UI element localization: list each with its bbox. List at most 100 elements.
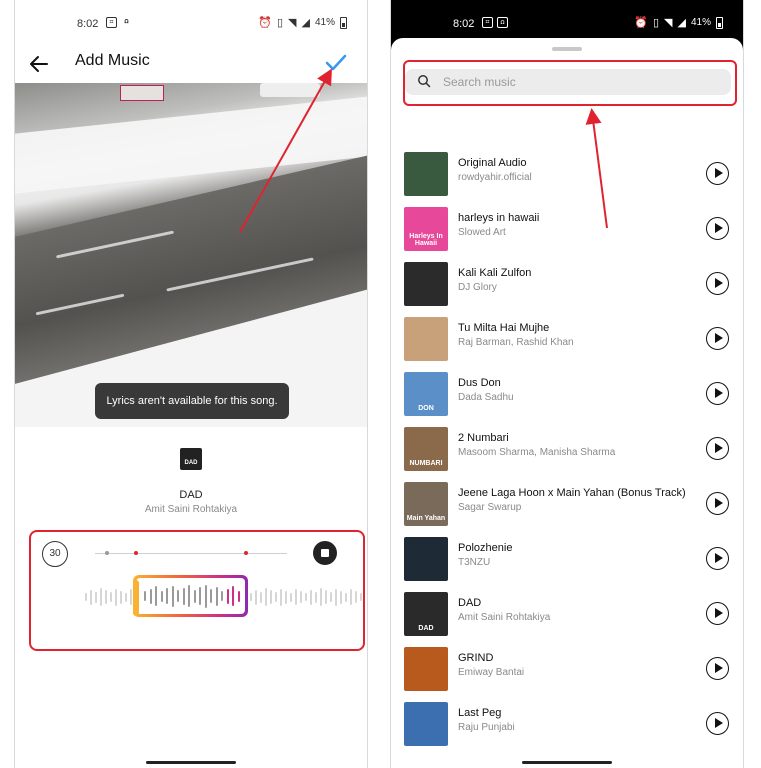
track-row[interactable]: NUMBARI 2 Numbari Masoom Sharma, Manisha S… xyxy=(391,427,743,482)
track-row[interactable]: DAD DAD Amit Saini Rohtakiya xyxy=(391,592,743,647)
vibrate-icon: ▯ xyxy=(276,17,284,29)
waveform-bar xyxy=(115,588,117,606)
track-title: Tu Milta Hai Mujhe xyxy=(458,322,550,334)
track-artist: Raj Barman, Rashid Khan xyxy=(458,337,574,348)
track-artist: Raju Punjabi xyxy=(458,722,515,733)
timeline-marker xyxy=(244,551,248,555)
waveform-bar xyxy=(182,587,185,605)
header: Add Music xyxy=(15,46,367,82)
track-cover xyxy=(404,702,448,746)
waveform-bar xyxy=(355,591,357,603)
waveform-bar xyxy=(144,591,146,601)
track-cover: Main Yahan xyxy=(404,482,448,526)
add-music-screen: 8:02 ⌗ ꭥ ⏰ ▯ ◥ ◢ 41% Add Music Lyrics ar… xyxy=(14,0,368,768)
waveform-bar xyxy=(260,591,262,603)
waveform-bar xyxy=(204,584,207,608)
waveform-bar xyxy=(335,588,337,606)
vibrate-icon: ▯ xyxy=(652,17,660,29)
waveform-bar xyxy=(275,592,277,602)
track-row[interactable]: Last Peg Raju Punjabi xyxy=(391,702,743,757)
search-bar[interactable] xyxy=(405,69,731,95)
play-icon[interactable] xyxy=(706,327,729,350)
track-artist: T3NZU xyxy=(458,557,491,568)
timeline-marker xyxy=(134,551,138,555)
waveform-bar xyxy=(215,586,218,606)
waveform-bar xyxy=(310,589,312,605)
track-artist: Dada Sadhu xyxy=(458,392,514,403)
page-title: Add Music xyxy=(75,52,150,69)
search-music-screen: 8:02 ⌗ ꭥ ⏰ ▯ ◥ ◢ 41% Original Audio rowdy… xyxy=(390,0,744,768)
track-title: harleys in hawaii xyxy=(458,212,540,224)
arrow-left-icon[interactable] xyxy=(27,52,51,76)
track-row[interactable]: DON Dus Don Dada Sadhu xyxy=(391,372,743,427)
waveform-bar xyxy=(325,590,327,604)
waveform-bar xyxy=(210,589,212,603)
play-icon[interactable] xyxy=(706,272,729,295)
waveform-bar xyxy=(330,592,332,602)
track-row[interactable]: Polozhenie T3NZU xyxy=(391,537,743,592)
play-icon[interactable] xyxy=(706,547,729,570)
checkmark-icon[interactable] xyxy=(323,50,349,76)
status-time: 8:02 xyxy=(77,18,99,30)
search-icon xyxy=(418,75,431,88)
drag-handle[interactable] xyxy=(133,580,139,616)
waveform-bar xyxy=(177,590,179,602)
waveform-bar xyxy=(270,590,272,604)
waveform-bar xyxy=(360,593,362,601)
waveform-bar xyxy=(120,590,122,604)
waveform-bar xyxy=(300,591,302,603)
notification-icon: ⌗ xyxy=(106,17,117,28)
play-icon[interactable] xyxy=(706,437,729,460)
song-cover: DAD xyxy=(180,448,202,470)
play-icon[interactable] xyxy=(706,217,729,240)
waveform-bar xyxy=(255,589,257,605)
waveform-bar xyxy=(232,586,234,606)
track-row[interactable]: Harleys In Hawaii harleys in hawaii Slowed… xyxy=(391,207,743,262)
stop-button[interactable] xyxy=(313,541,337,565)
track-cover: DON xyxy=(404,372,448,416)
waveform-bar xyxy=(85,593,87,601)
timeline-marker xyxy=(105,551,109,555)
waveform-bar xyxy=(199,587,201,605)
track-artist: Masoom Sharma, Manisha Sharma xyxy=(458,447,616,458)
sign xyxy=(120,85,164,101)
track-artist: Emiway Bantai xyxy=(458,667,525,678)
waveform-bar xyxy=(95,591,97,603)
app-icon: ꭥ xyxy=(124,18,129,25)
waveform-bar xyxy=(221,591,223,601)
waveform-bar xyxy=(100,588,102,606)
track-title: GRIND xyxy=(458,652,494,664)
timeline-track xyxy=(95,553,287,554)
play-icon[interactable] xyxy=(706,657,729,680)
track-title: Polozhenie xyxy=(458,542,513,554)
song-artist: Amit Saini Rohtakiya xyxy=(144,504,238,515)
track-cover xyxy=(404,262,448,306)
track-artist: DJ Glory xyxy=(458,282,497,293)
clip-selector[interactable] xyxy=(133,575,248,617)
duration-selector[interactable]: 30 xyxy=(42,541,68,567)
track-artist: Slowed Art xyxy=(458,227,506,238)
notification-icon: ⌗ xyxy=(482,17,493,28)
search-input[interactable] xyxy=(443,70,713,94)
track-row[interactable]: Main Yahan Jeene Laga Hoon x Main Yahan (… xyxy=(391,482,743,537)
track-row[interactable]: Tu Milta Hai Mujhe Raj Barman, Rashid Kha… xyxy=(391,317,743,372)
play-icon[interactable] xyxy=(706,602,729,625)
signal-icon: ◢ xyxy=(301,17,310,29)
play-icon[interactable] xyxy=(706,712,729,735)
play-icon[interactable] xyxy=(706,382,729,405)
track-title: Kali Kali Zulfon xyxy=(458,267,532,279)
track-row[interactable]: GRIND Emiway Bantai xyxy=(391,647,743,702)
track-title: Dus Don xyxy=(458,377,501,389)
car xyxy=(260,83,320,97)
track-title: Jeene Laga Hoon x Main Yahan (Bonus Trac… xyxy=(458,487,686,499)
play-icon[interactable] xyxy=(706,492,729,515)
track-row[interactable]: Kali Kali Zulfon DJ Glory xyxy=(391,262,743,317)
waveform-bar xyxy=(130,589,132,605)
track-row[interactable]: Original Audio rowdyahir.official xyxy=(391,152,743,207)
play-icon[interactable] xyxy=(706,162,729,185)
home-indicator xyxy=(522,761,612,764)
waveform-bar xyxy=(105,590,107,604)
track-title: Last Peg xyxy=(458,707,502,719)
sheet-drag-handle[interactable] xyxy=(552,47,582,51)
waveform-bar xyxy=(290,592,292,602)
